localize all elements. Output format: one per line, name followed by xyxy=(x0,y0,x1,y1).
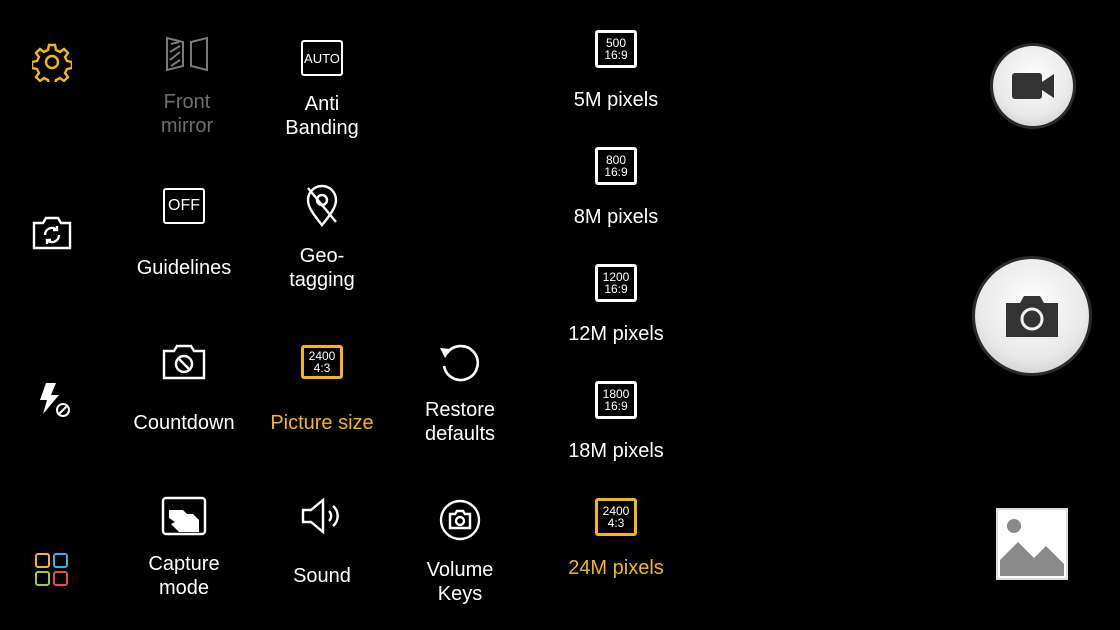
switch-camera-icon xyxy=(32,216,72,250)
setting-picture-size[interactable]: 2400 4:3 Picture size xyxy=(252,338,392,435)
switch-camera-button[interactable] xyxy=(30,210,74,254)
touch-capture-icon xyxy=(161,496,207,536)
setting-sound[interactable]: Sound xyxy=(252,492,392,588)
video-record-button[interactable] xyxy=(990,43,1076,129)
resolution-badge-icon: 800 16:9 xyxy=(595,147,637,185)
resolution-badge-icon: 1800 16:9 xyxy=(595,381,637,419)
off-badge-icon: OFF xyxy=(163,188,205,224)
picture-size-label: Picture size xyxy=(270,412,374,434)
volume-keys-label: Volume Keys xyxy=(426,559,494,605)
restore-defaults-label: Restore defaults xyxy=(424,399,496,445)
setting-countdown[interactable]: Countdown xyxy=(114,338,254,435)
settings-button[interactable] xyxy=(30,40,74,84)
setting-geo-tagging[interactable]: Geo- tagging xyxy=(252,182,392,292)
setting-restore-defaults[interactable]: Restore defaults xyxy=(390,338,530,446)
option-label: 12M pixels xyxy=(568,323,664,345)
sound-label: Sound xyxy=(293,565,351,587)
countdown-label: Countdown xyxy=(133,412,235,434)
setting-guidelines[interactable]: OFF Guidelines xyxy=(114,182,254,280)
anti-banding-label: Anti Banding xyxy=(285,93,359,139)
gallery-thumbnail-icon xyxy=(1000,519,1064,576)
badge-bottom: 16:9 xyxy=(604,165,628,179)
badge-bottom: 4:3 xyxy=(607,516,625,530)
setting-capture-mode[interactable]: Capture mode xyxy=(114,492,254,600)
option-label: 5M pixels xyxy=(573,89,659,111)
option-label: 18M pixels xyxy=(568,440,664,462)
flash-button[interactable] xyxy=(30,378,74,422)
picture-size-badge-bottom: 4:3 xyxy=(313,361,331,375)
front-mirror-label: Front mirror xyxy=(160,91,214,137)
setting-front-mirror[interactable]: Front mirror xyxy=(117,30,257,138)
badge-bottom: 16:9 xyxy=(604,399,628,413)
badge-bottom: 16:9 xyxy=(604,282,628,296)
gallery-thumbnail[interactable] xyxy=(996,508,1068,580)
auto-badge-icon: AUTO xyxy=(301,40,343,76)
capture-mode-label: Capture mode xyxy=(148,553,220,599)
picture-size-option[interactable]: 1200 16:9 12M pixels xyxy=(516,264,716,346)
resolution-badge-icon: 500 16:9 xyxy=(595,30,637,68)
camera-icon xyxy=(1006,296,1058,337)
setting-volume-keys[interactable]: Volume Keys xyxy=(390,496,530,606)
picture-size-badge-icon: 2400 4:3 xyxy=(301,345,343,379)
settings-icon xyxy=(32,43,72,82)
guidelines-label: Guidelines xyxy=(136,257,232,279)
location-off-icon xyxy=(306,184,338,227)
speaker-icon xyxy=(301,497,339,535)
option-label: 24M pixels xyxy=(568,557,664,579)
modes-grid-icon xyxy=(35,553,68,586)
picture-size-option[interactable]: 1800 16:9 18M pixels xyxy=(516,381,716,463)
option-label: 8M pixels xyxy=(573,206,659,228)
restore-icon xyxy=(440,344,480,382)
picture-size-option[interactable]: 800 16:9 8M pixels xyxy=(516,147,716,229)
badge-bottom: 16:9 xyxy=(604,48,628,62)
geo-tagging-label: Geo- tagging xyxy=(289,245,355,291)
mirror-icon xyxy=(166,36,208,72)
video-camera-icon xyxy=(1012,73,1054,99)
shutter-button[interactable] xyxy=(972,256,1092,376)
modes-button[interactable] xyxy=(30,548,74,592)
resolution-badge-icon: 2400 4:3 xyxy=(595,498,637,536)
timer-off-icon xyxy=(162,344,206,380)
flash-off-icon xyxy=(40,383,70,417)
picture-size-option-selected[interactable]: 2400 4:3 24M pixels xyxy=(516,498,716,580)
picture-size-option[interactable]: 500 16:9 5M pixels xyxy=(516,30,716,112)
setting-anti-banding[interactable]: AUTO Anti Banding xyxy=(252,34,392,140)
camera-circle-icon xyxy=(439,499,481,541)
resolution-badge-icon: 1200 16:9 xyxy=(595,264,637,302)
